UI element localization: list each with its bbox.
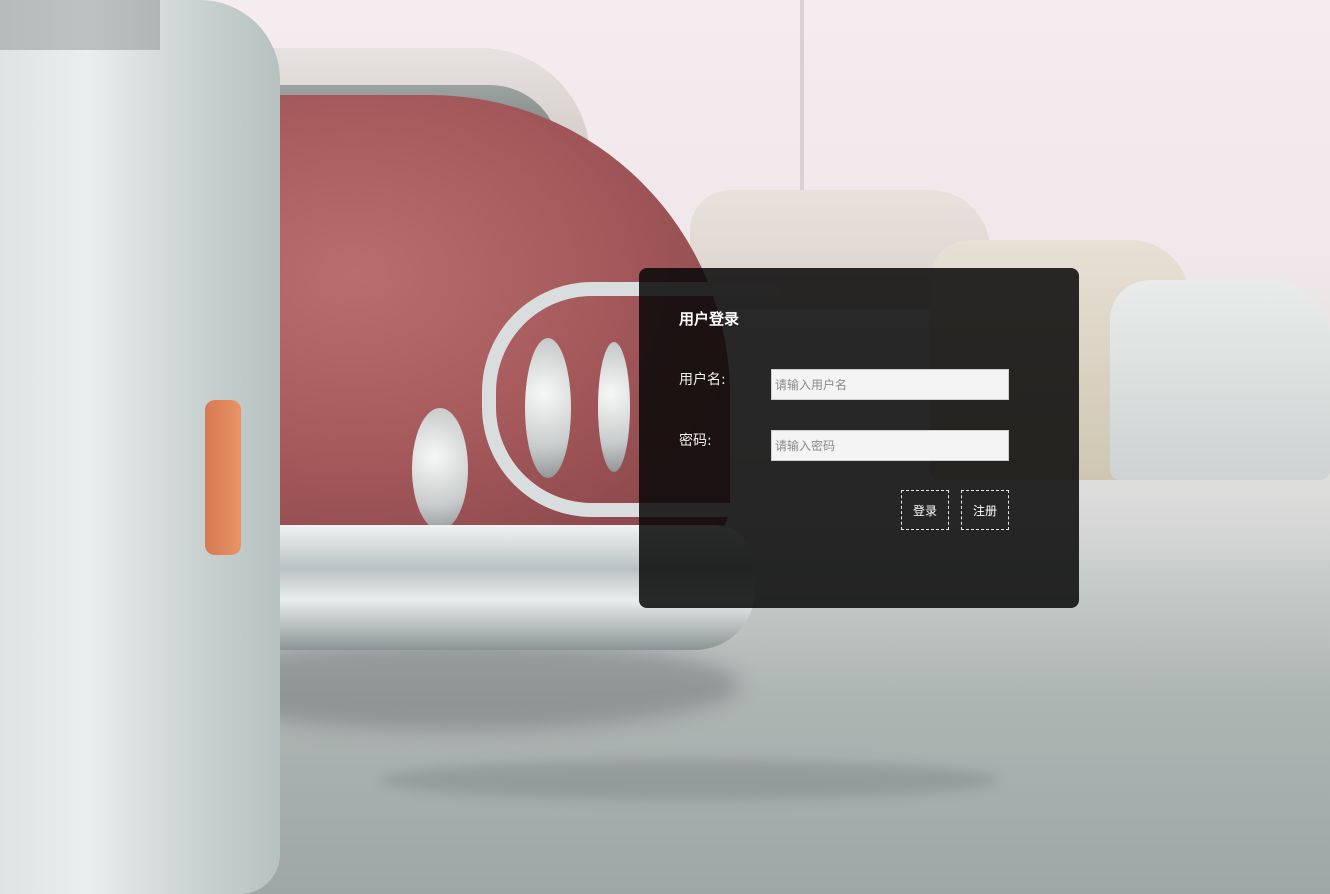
background-orange-lamp xyxy=(205,400,241,555)
username-input[interactable] xyxy=(771,369,1009,400)
background-white-car-roof xyxy=(0,0,160,50)
login-panel: 用户登录 用户名: 密码: 登录 注册 xyxy=(639,268,1079,608)
register-button[interactable]: 注册 xyxy=(961,490,1009,530)
background-small-lamp xyxy=(412,408,468,530)
login-button[interactable]: 登录 xyxy=(901,490,949,530)
background-headlamp xyxy=(598,342,630,472)
password-label: 密码: xyxy=(679,433,712,449)
background-pole xyxy=(800,0,804,200)
password-input[interactable] xyxy=(771,430,1009,461)
login-page: 用户登录 用户名: 密码: 登录 注册 xyxy=(0,0,1330,894)
background-headlamp xyxy=(525,338,571,478)
username-label: 用户名: xyxy=(679,372,726,388)
login-title: 用户登录 xyxy=(679,310,740,328)
